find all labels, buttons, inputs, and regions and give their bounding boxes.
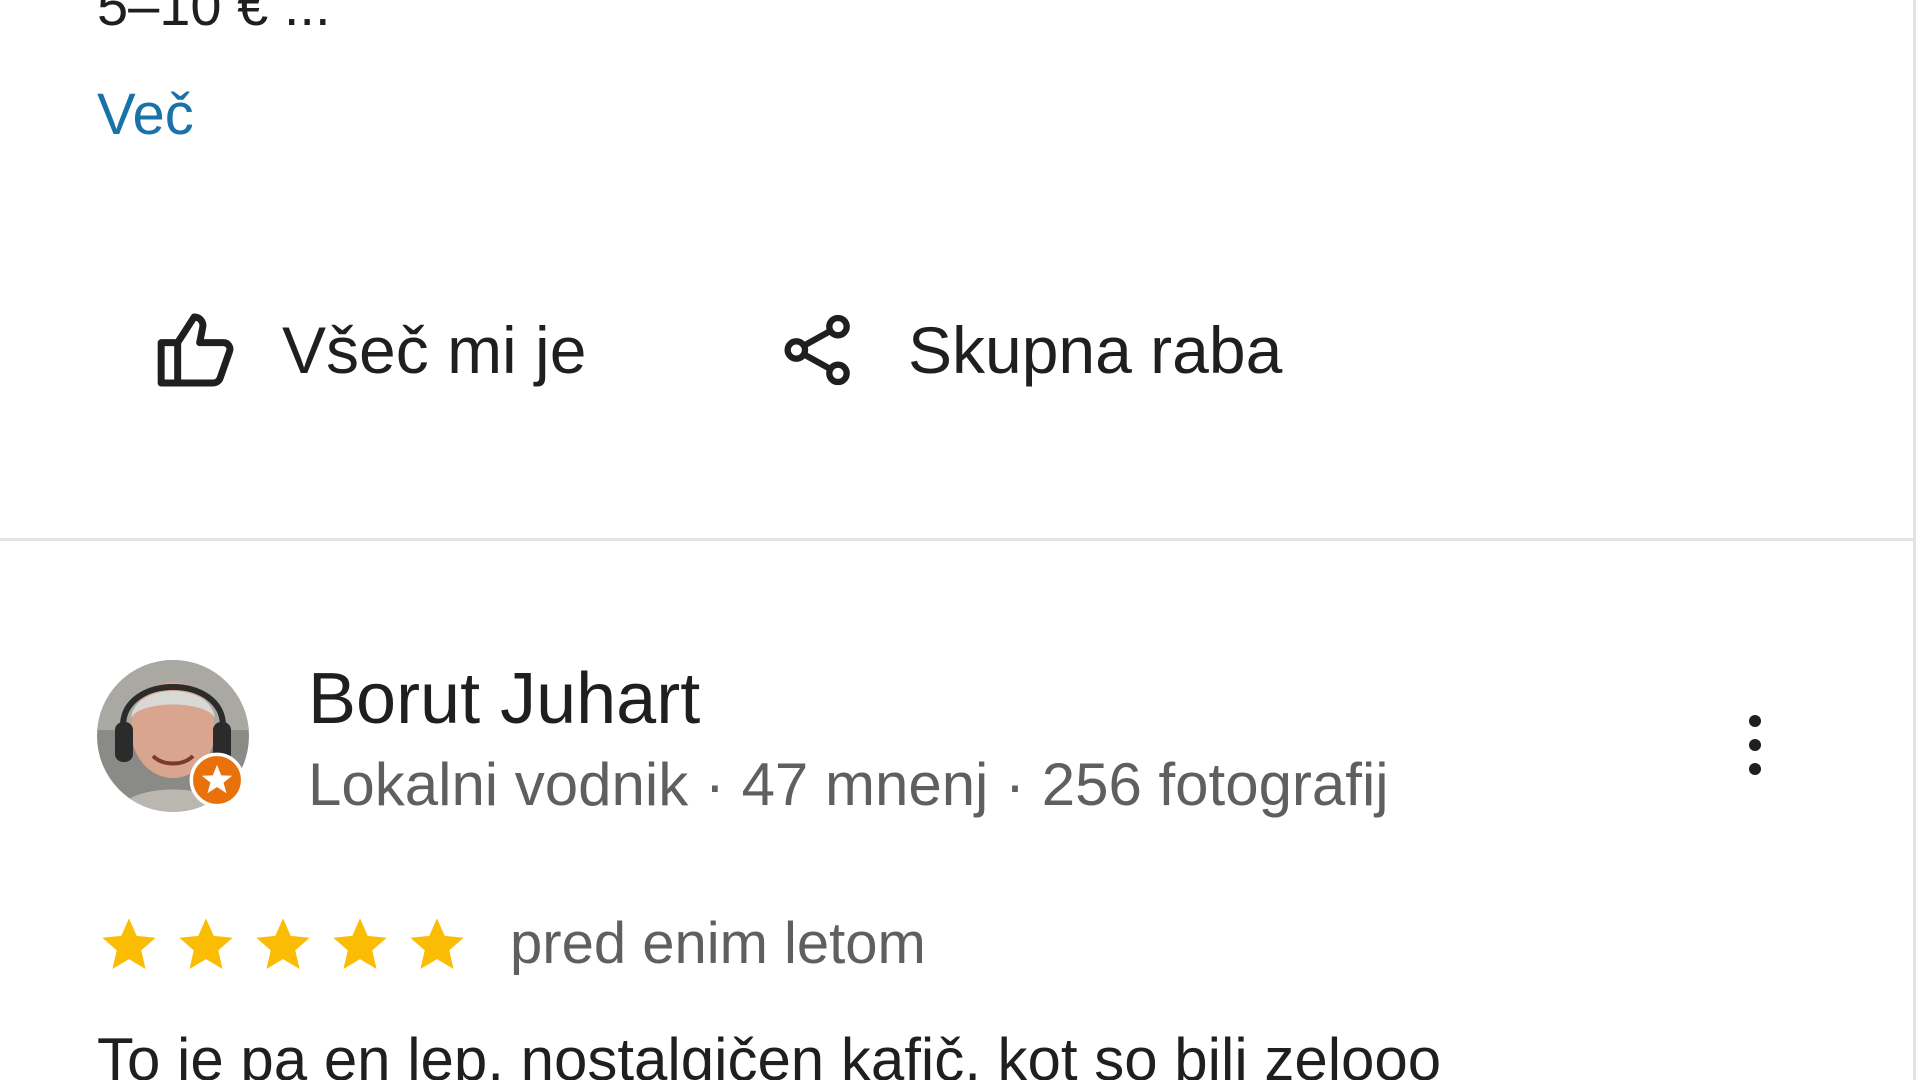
star-icon bbox=[256, 918, 310, 969]
star-rating bbox=[97, 910, 482, 980]
review-text: To je pa en lep, nostalgičen kafič, kot … bbox=[97, 1026, 1442, 1080]
star-icon bbox=[410, 918, 464, 969]
more-vert-icon bbox=[1749, 715, 1761, 775]
more-link[interactable]: Več bbox=[97, 86, 194, 144]
local-guide-badge-icon bbox=[189, 752, 245, 808]
panel-scroll-edge bbox=[1913, 0, 1916, 1080]
star-icon bbox=[102, 918, 156, 969]
share-label: Skupna raba bbox=[908, 313, 1283, 387]
star-icon bbox=[333, 918, 387, 969]
reviewer-meta: Lokalni vodnik · 47 mnenj · 256 fotograf… bbox=[308, 751, 1389, 818]
review-date: pred enim letom bbox=[510, 911, 926, 976]
review-panel: 5–10 € ... Več Všeč mi je Skupna raba Bo… bbox=[0, 0, 1920, 1080]
review-price-text: 5–10 € ... bbox=[97, 0, 331, 37]
like-button[interactable]: Všeč mi je bbox=[152, 300, 586, 400]
avatar[interactable] bbox=[97, 660, 249, 812]
reviewer-name[interactable]: Borut Juhart bbox=[308, 663, 700, 735]
like-label: Všeč mi je bbox=[282, 313, 587, 387]
review-divider bbox=[0, 538, 1913, 541]
star-icon bbox=[179, 918, 233, 969]
share-button[interactable]: Skupna raba bbox=[778, 300, 1282, 400]
thumbs-up-icon bbox=[152, 306, 240, 394]
share-icon bbox=[778, 310, 858, 390]
more-options-button[interactable] bbox=[1730, 700, 1780, 790]
